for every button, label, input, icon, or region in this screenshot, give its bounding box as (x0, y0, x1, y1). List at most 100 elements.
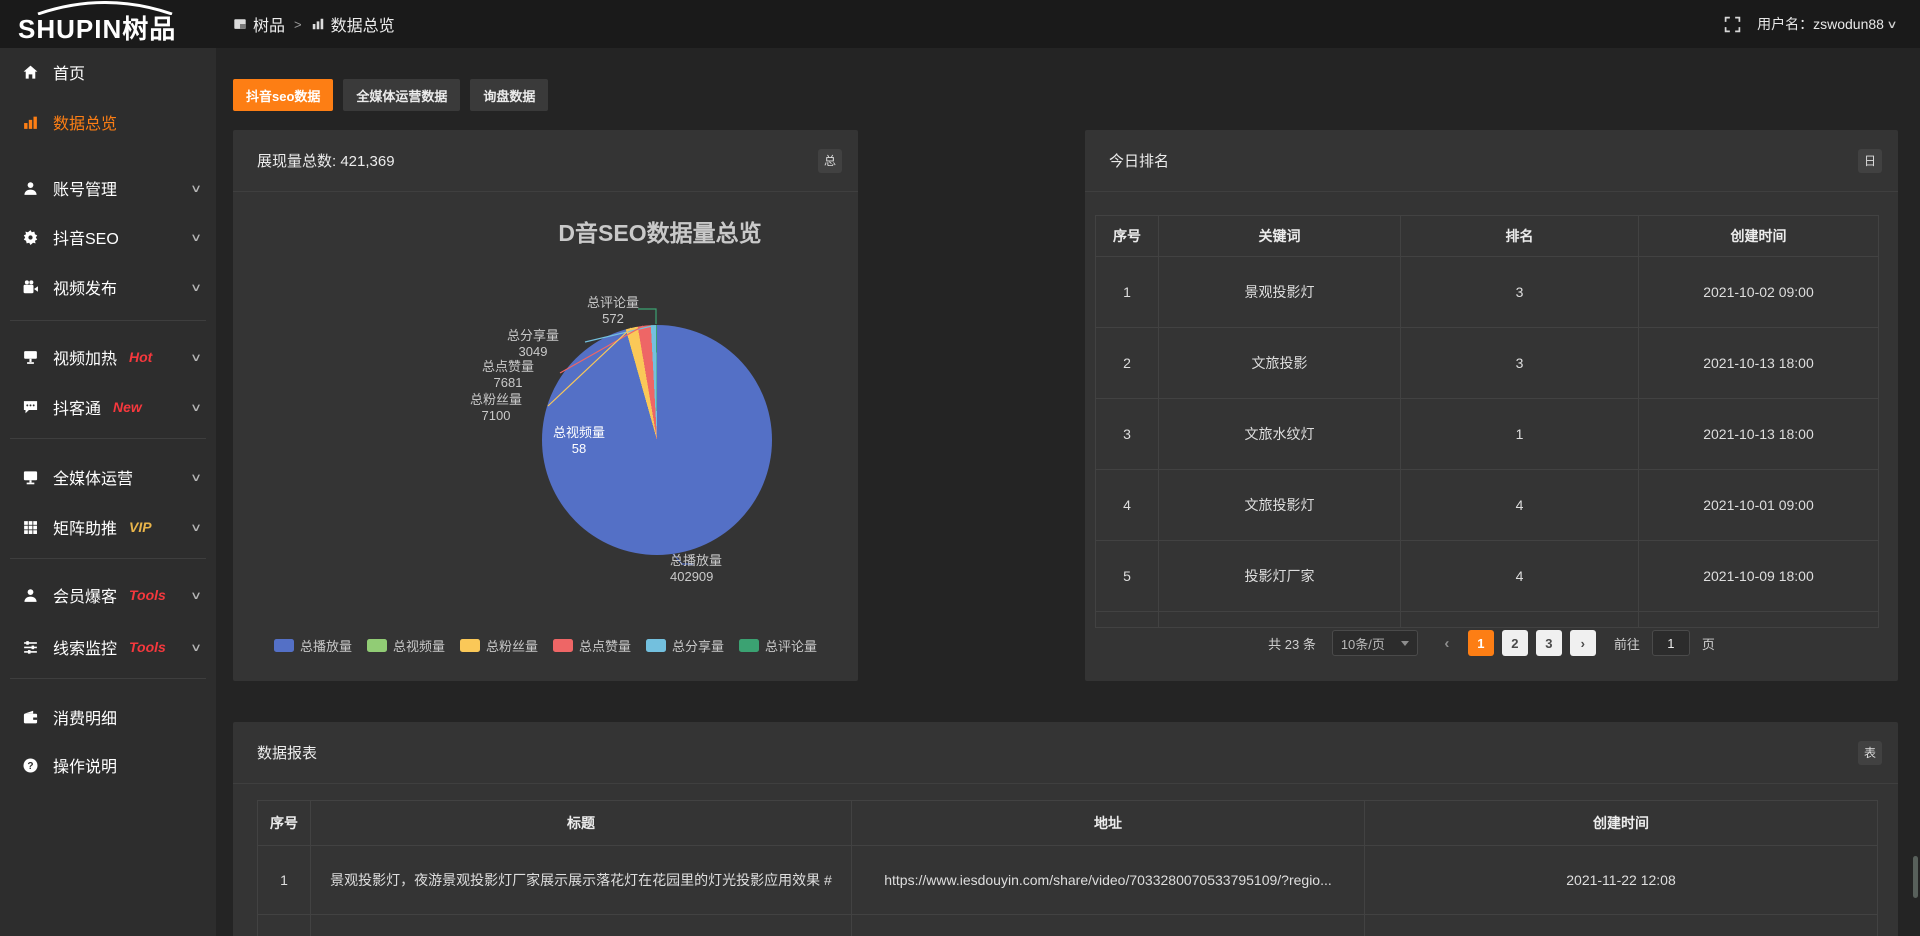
breadcrumb: 树品 > 数据总览 (233, 0, 395, 48)
table-cell: 4 (1401, 470, 1639, 541)
fullscreen-icon[interactable] (1724, 16, 1741, 33)
legend-item[interactable]: 总点赞量 (553, 636, 631, 655)
ranking-mode-button[interactable]: 日 (1858, 149, 1882, 173)
table-cell: 2021-10-01 09:00 (1639, 470, 1879, 541)
table-cell: 3 (1401, 328, 1639, 399)
chart-icon (22, 114, 39, 131)
sidebar-item-question[interactable]: ?操作说明 (0, 741, 216, 789)
sidebar-item-home[interactable]: 首页 (0, 48, 216, 96)
sidebar-item-grid[interactable]: 矩阵助推VIP∨ (0, 503, 216, 551)
legend-item[interactable]: 总视频量 (367, 636, 445, 655)
sidebar: 首页数据总览账号管理∨抖音SEO∨视频发布∨视频加热Hot∨抖客通New∨全媒体… (0, 48, 216, 936)
table-cell: 1 (258, 846, 311, 915)
pie-label-comments: 总评论量572 (563, 295, 663, 327)
bar-chart-icon (311, 17, 325, 31)
table-cell: 4 (1401, 541, 1639, 612)
prev-page-button[interactable]: ‹ (1434, 630, 1460, 656)
breadcrumb-item-current[interactable]: 数据总览 (311, 12, 395, 36)
heater-icon (22, 349, 39, 366)
tab-2[interactable]: 询盘数据 (470, 79, 548, 111)
page-button-3[interactable]: 3 (1536, 630, 1562, 656)
page-size-select[interactable]: 10条/页 (1332, 630, 1418, 656)
table-cell: 2021-11-22 12:08 (1365, 846, 1878, 915)
chevron-down-icon: ∨ (190, 589, 202, 602)
report-mode-button[interactable]: 表 (1858, 741, 1882, 765)
chevron-down-icon: ∨ (190, 351, 202, 364)
pie-label-shares: 总分享量3049 (483, 328, 583, 360)
sidebar-item-gear[interactable]: 抖音SEO∨ (0, 213, 216, 261)
chart-title: D音SEO数据量总览 (510, 214, 810, 248)
sidebar-divider (10, 558, 206, 559)
question-icon: ? (22, 757, 39, 774)
legend-swatch (460, 639, 480, 652)
sidebar-item-user[interactable]: 账号管理∨ (0, 164, 216, 212)
sidebar-item-sliders[interactable]: 线索监控Tools∨ (0, 623, 216, 671)
sidebar-item-label: 矩阵助推 (53, 515, 117, 539)
page-scrollbar-thumb[interactable] (1913, 856, 1918, 898)
pie-label-name: 总点赞量 (482, 359, 534, 374)
next-page-button[interactable]: › (1570, 630, 1596, 656)
user-menu[interactable]: 用户名：zswodun88 ∨ (1757, 14, 1896, 34)
table-row: 4文旅投影灯42021-10-01 09:00 (1096, 470, 1879, 541)
sidebar-item-chat[interactable]: 抖客通New∨ (0, 383, 216, 431)
tab-1[interactable]: 全媒体运营数据 (343, 79, 460, 111)
legend-item[interactable]: 总评论量 (739, 636, 817, 655)
legend-item[interactable]: 总粉丝量 (460, 636, 538, 655)
sidebar-item-video[interactable]: 视频发布∨ (0, 263, 216, 311)
overview-mode-button[interactable]: 总 (818, 149, 842, 173)
chart-legend: 总播放量总视频量 总粉丝量总点赞量总分享量 总评论量 (233, 636, 858, 655)
chevron-down-icon: ∨ (190, 281, 202, 294)
sidebar-item-label: 会员爆客 (53, 583, 117, 607)
sidebar-badge: Tools (129, 587, 166, 603)
goto-page-input[interactable] (1652, 630, 1690, 656)
legend-swatch (646, 639, 666, 652)
ranking-table: 序号关键词排名创建时间1景观投影灯32021-10-02 09:002文旅投影3… (1095, 215, 1879, 628)
column-header: 序号 (1096, 216, 1159, 257)
legend-swatch (739, 639, 759, 652)
chevron-down-icon: ∨ (190, 641, 202, 654)
column-header: 地址 (852, 801, 1365, 846)
table-cell: 3 (1096, 399, 1159, 470)
legend-label: 总评论量 (765, 636, 817, 655)
sidebar-item-label: 数据总览 (53, 110, 117, 134)
column-header: 序号 (258, 801, 311, 846)
pagination: 共 23 条 10条/页 ‹ 123 › 前往 页 (1085, 629, 1898, 657)
chat-icon (22, 399, 39, 416)
sidebar-item-member[interactable]: 会员爆客 Tools ∨ (0, 571, 216, 619)
sidebar-item-heater[interactable]: 视频加热Hot∨ (0, 333, 216, 381)
ranking-card-header: 今日排名 日 (1085, 130, 1898, 192)
legend-label: 总播放量 (300, 636, 352, 655)
report-url-link[interactable]: https://www.iesdouyin.com/share/video/70… (852, 846, 1365, 915)
breadcrumb-item-home[interactable]: 树品 (233, 12, 285, 36)
table-cell: 1 (1401, 399, 1639, 470)
sidebar-badge: Tools (129, 639, 166, 655)
sidebar-item-monitor[interactable]: 全媒体运营∨ (0, 453, 216, 501)
select-caret-icon (1401, 641, 1409, 646)
chevron-down-icon: ∨ (190, 182, 202, 195)
legend-item[interactable]: 总播放量 (274, 636, 352, 655)
report-card-title: 数据报表 (257, 742, 317, 763)
pie-label-value: 402909 (670, 569, 770, 585)
page-button-1[interactable]: 1 (1468, 630, 1494, 656)
sidebar-divider (10, 320, 206, 321)
table-row: 1景观投影灯32021-10-02 09:00 (1096, 257, 1879, 328)
legend-item[interactable]: 总分享量 (646, 636, 724, 655)
sidebar-badge: Hot (129, 349, 152, 365)
tab-0[interactable]: 抖音seo数据 (233, 79, 333, 111)
pie-label-name: 总评论量 (587, 295, 639, 310)
sidebar-item-chart[interactable]: 数据总览 (0, 98, 216, 146)
table-cell: 文旅投影灯 (1159, 470, 1401, 541)
legend-swatch (274, 639, 294, 652)
report-table: 序号标题地址创建时间1景观投影灯，夜游景观投影灯厂家展示展示落花灯在花园里的灯光… (257, 800, 1878, 936)
column-header: 创建时间 (1365, 801, 1878, 846)
table-cell: 2021-10-13 18:00 (1639, 399, 1879, 470)
pie-label-value: 7681 (458, 375, 558, 391)
pie-label-likes: 总点赞量7681 (458, 359, 558, 391)
page-button-2[interactable]: 2 (1502, 630, 1528, 656)
pie-label-value: 58 (529, 441, 629, 457)
sidebar-item-wallet[interactable]: 消费明细 (0, 693, 216, 741)
breadcrumb-label: 数据总览 (331, 12, 395, 36)
legend-label: 总粉丝量 (486, 636, 538, 655)
member-icon (22, 587, 39, 604)
sidebar-item-label: 抖客通 (53, 395, 101, 419)
